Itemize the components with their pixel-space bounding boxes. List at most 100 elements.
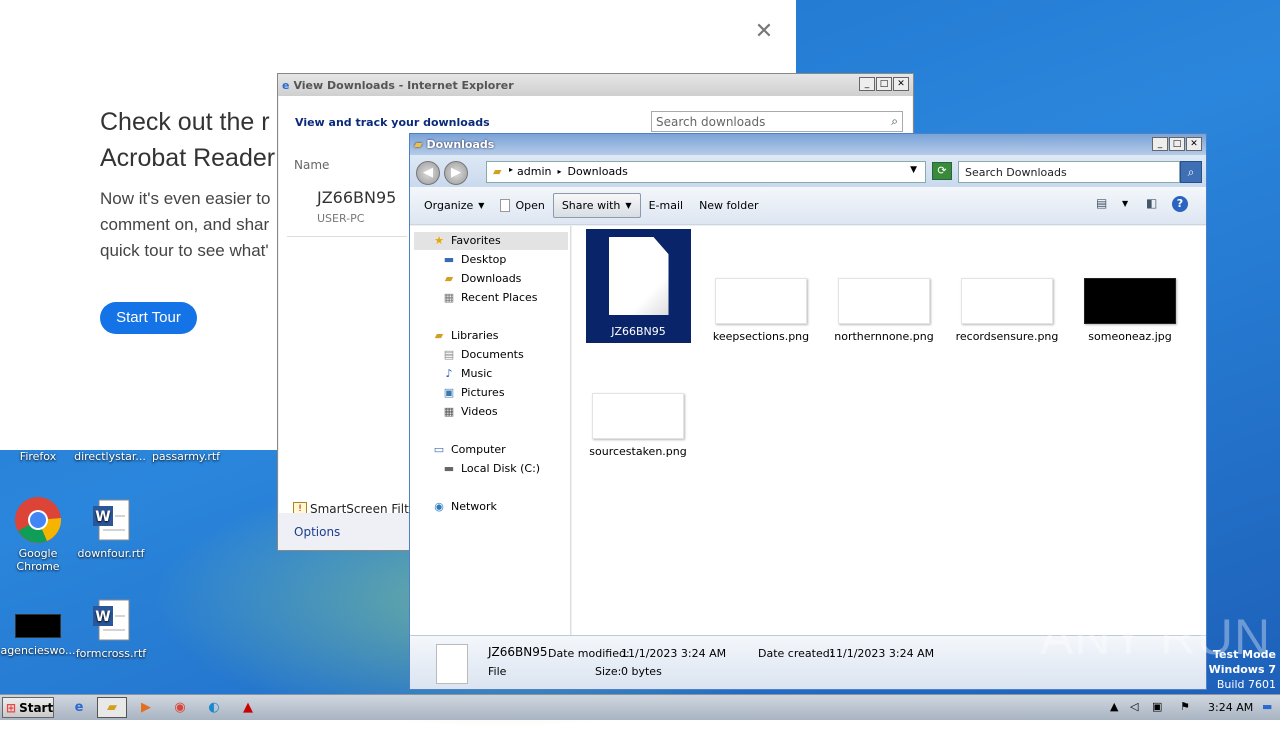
desktop-icon-directlystar[interactable]: directlystar... [72, 450, 148, 463]
nav-item-downloads[interactable]: ▰ Downloads [442, 272, 522, 285]
search-downloads-input[interactable]: Search Downloads [958, 161, 1180, 183]
back-button[interactable]: ◀ [416, 161, 440, 185]
forward-button[interactable]: ▶ [444, 161, 468, 185]
breadcrumb-item[interactable]: admin [517, 165, 551, 179]
start-tour-button[interactable]: Start Tour [100, 302, 197, 334]
taskbar-chrome-icon[interactable]: ◉ [165, 697, 195, 718]
taskbar-acrobat-icon[interactable]: ▲ [233, 697, 263, 718]
maximize-button[interactable]: □ [876, 77, 892, 91]
nav-item-videos[interactable]: ▦ Videos [442, 405, 498, 418]
options-link[interactable]: Options [279, 513, 409, 549]
details-created-value: 11/1/2023 3:24 AM [829, 647, 935, 660]
breadcrumb[interactable]: ▰ ▸ admin ▸ Downloads ▼ [486, 161, 926, 183]
nav-item-local-disk[interactable]: ▬ Local Disk (C:) [442, 462, 540, 475]
file-icon [500, 199, 511, 212]
close-button[interactable]: ✕ [893, 77, 909, 91]
desktop-icon-label: Firefox [19, 450, 57, 463]
file-item[interactable]: sourcestaken.png [578, 393, 698, 458]
svg-text:W: W [95, 509, 110, 525]
clock[interactable]: 3:24 AM [1208, 701, 1253, 714]
share-with-label: Share with [561, 199, 621, 212]
chevron-down-icon[interactable]: ▼ [910, 165, 917, 175]
taskbar-ie-icon[interactable]: e [64, 697, 94, 718]
network-tray-icon[interactable]: ▣ [1152, 700, 1162, 713]
preview-pane-icon[interactable]: ◧ [1146, 196, 1157, 210]
window-controls: _ □ ✕ [1152, 137, 1202, 151]
start-label: Start [19, 700, 54, 715]
file-item[interactable]: recordsensure.png [947, 278, 1067, 343]
desktop-icon-downfour[interactable]: W downfour.rtf [73, 496, 149, 560]
desktop-icon-formcross[interactable]: W formcross.rtf [73, 596, 149, 660]
word-document-icon: W [93, 499, 130, 541]
search-icon[interactable]: ⌕ [1180, 161, 1202, 183]
taskbar-media-player-icon[interactable]: ▶ [131, 697, 161, 718]
change-view-icon[interactable]: ▤ [1096, 196, 1107, 210]
email-button[interactable]: E-mail [641, 194, 692, 217]
nav-item-computer[interactable]: ▭ Computer [432, 443, 506, 456]
new-folder-button[interactable]: New folder [691, 194, 766, 217]
file-item[interactable]: keepsections.png [701, 278, 821, 343]
nav-item-pictures[interactable]: ▣ Pictures [442, 386, 505, 399]
nav-item-documents[interactable]: ▤ Documents [442, 348, 524, 361]
show-hidden-icons-icon[interactable]: ▲ [1110, 700, 1118, 713]
organize-button[interactable]: Organize ▼ [416, 194, 492, 217]
close-button[interactable]: ✕ [1186, 137, 1202, 151]
details-file-type: File [488, 665, 507, 678]
chevron-down-icon: ▼ [625, 201, 632, 210]
search-downloads-input[interactable]: Search downloads ⌕ [651, 111, 903, 132]
chevron-down-icon[interactable]: ▼ [1122, 199, 1128, 208]
taskbar-explorer-icon[interactable]: ▰ [97, 697, 127, 718]
recent-places-icon: ▦ [443, 291, 455, 304]
file-item-selected[interactable]: JZ66BN95 [586, 229, 691, 343]
show-desktop-icon[interactable]: ▬ [1262, 700, 1272, 713]
image-thumbnail-icon [592, 393, 684, 439]
minimize-button[interactable]: _ [1152, 137, 1168, 151]
chevron-down-icon: ▼ [478, 201, 485, 210]
volume-icon[interactable]: ◁ [1130, 700, 1138, 713]
blank-file-icon [436, 644, 468, 684]
nav-item-recent-places[interactable]: ▦ Recent Places [442, 291, 538, 304]
help-icon[interactable]: ? [1172, 196, 1188, 212]
title-bar[interactable]: e View Downloads - Internet Explorer [278, 74, 913, 96]
breadcrumb-item[interactable]: Downloads [567, 165, 627, 179]
share-with-button[interactable]: Share with ▼ [552, 193, 641, 218]
maximize-button[interactable]: □ [1169, 137, 1185, 151]
file-item[interactable]: northernnone.png [824, 278, 944, 343]
file-item[interactable]: someoneaz.jpg [1070, 278, 1190, 343]
details-created-label: Date created: [758, 647, 834, 660]
image-thumbnail-icon [715, 278, 807, 324]
nav-item-favorites[interactable]: ★ Favorites [432, 234, 501, 247]
minimize-button[interactable]: _ [859, 77, 875, 91]
taskbar-edge-icon[interactable]: ◐ [199, 697, 229, 718]
title-bar[interactable]: ▰ Downloads [410, 134, 1206, 155]
refresh-button[interactable]: ⟳ [932, 162, 952, 180]
desktop-icon-google-chrome[interactable]: Google Chrome [0, 496, 76, 573]
test-mode-line: Windows 7 [1208, 663, 1276, 676]
pictures-icon: ▣ [443, 386, 455, 399]
explorer-window: ▰ Downloads _ □ ✕ ◀ ▶ ▰ ▸ admin ▸ Downlo… [409, 133, 1207, 690]
open-button[interactable]: Open [492, 194, 552, 217]
nav-item-music[interactable]: ♪ Music [442, 367, 492, 380]
nav-item-label: Recent Places [461, 291, 538, 304]
flag-icon[interactable]: ⚑ [1180, 700, 1190, 713]
close-icon[interactable]: ✕ [752, 20, 776, 44]
downloads-folder-icon: ▰ [444, 272, 454, 285]
file-item-label: sourcestaken.png [589, 445, 687, 458]
desktop-icon-firefox[interactable]: Firefox [0, 450, 76, 463]
nav-item-desktop[interactable]: ▬ Desktop [442, 253, 507, 266]
desktop-icon-passarmy[interactable]: passarmy.rtf [148, 450, 224, 463]
email-label: E-mail [648, 199, 684, 212]
start-button[interactable]: ⊞ Start [2, 697, 54, 718]
desktop-icon-agencies[interactable]: agencieswo... [0, 598, 76, 657]
nav-item-libraries[interactable]: ▰ Libraries [432, 329, 499, 342]
nav-item-label: Pictures [461, 386, 505, 399]
desktop-icon-label: downfour.rtf [77, 547, 145, 560]
search-icon[interactable]: ⌕ [891, 114, 898, 129]
file-item-label: JZ66BN95 [611, 325, 666, 338]
address-bar: ◀ ▶ ▰ ▸ admin ▸ Downloads ▼ ⟳ Search Dow… [410, 155, 1206, 187]
nav-item-network[interactable]: ◉ Network [432, 500, 497, 513]
window-controls: _ □ ✕ [859, 77, 909, 91]
file-item-label: someoneaz.jpg [1088, 330, 1172, 343]
column-header-name[interactable]: Name [294, 158, 329, 172]
download-file-name[interactable]: JZ66BN95 [317, 188, 396, 207]
